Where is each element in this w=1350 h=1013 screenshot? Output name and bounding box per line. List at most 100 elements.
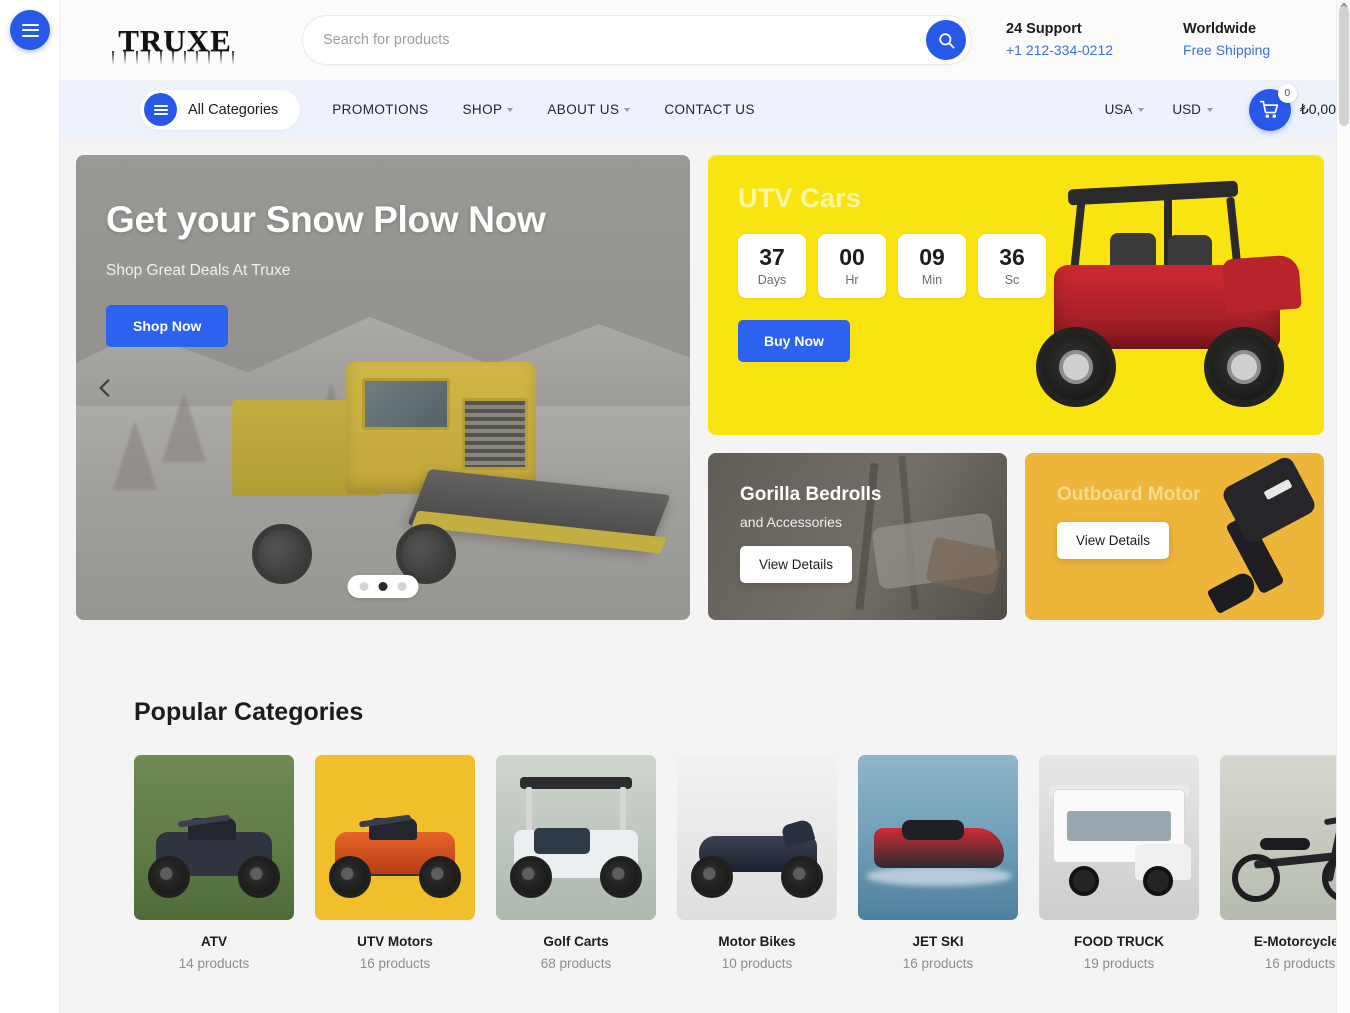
category-count-golf-carts: 68 products	[540, 956, 612, 971]
main-column: TRUXE 24 Support +1 212-334-0212 Worldwi…	[60, 0, 1350, 1013]
all-categories-label: All Categories	[188, 101, 279, 118]
all-categories-button[interactable]: All Categories	[140, 89, 301, 130]
category-thumb-food-truck	[1039, 755, 1199, 920]
category-thumb-golf-carts	[496, 755, 656, 920]
carousel-dots[interactable]	[347, 575, 419, 598]
category-count-jet-ski: 16 products	[902, 956, 974, 971]
category-item-golf-carts[interactable]: Golf Carts 68 products	[496, 755, 656, 971]
category-count-utv-motors: 16 products	[359, 956, 431, 971]
shipping-sub[interactable]: Free Shipping	[1183, 40, 1270, 60]
currency-selector[interactable]: USD	[1172, 102, 1213, 117]
promo-gorilla-content: Gorilla Bedrolls and Accessories View De…	[740, 484, 881, 583]
site-logo[interactable]: TRUXE	[100, 25, 250, 56]
nav-item-promotions[interactable]: PROMOTIONS	[332, 102, 428, 117]
category-name-motor-bikes: Motor Bikes	[718, 934, 796, 949]
nav-label-promotions: PROMOTIONS	[332, 102, 429, 117]
cart-total: ₺0,00	[1299, 101, 1336, 117]
left-rail	[0, 0, 60, 1013]
category-grid: ATV 14 products UTV Motors 16 products G…	[76, 755, 1350, 971]
support-block: 24 Support +1 212-334-0212	[1006, 19, 1113, 60]
nav-label-shop: SHOP	[462, 102, 503, 117]
utv-cars-banner[interactable]: UTV Cars 37 Days 00 Hr 09 Min 36 Sc Buy …	[708, 155, 1324, 435]
hamburger-icon	[21, 23, 39, 37]
category-thumb-utv-motors	[315, 755, 475, 920]
hero-subtitle: Shop Great Deals At Truxe	[106, 262, 291, 280]
carousel-dot-1[interactable]	[359, 582, 369, 591]
utv-buy-now-button[interactable]: Buy Now	[738, 320, 850, 362]
hero-shop-now-button[interactable]: Shop Now	[106, 305, 229, 348]
promo-gorilla-view-details-button[interactable]: View Details	[740, 546, 853, 583]
category-item-atv[interactable]: ATV 14 products	[134, 755, 294, 971]
rail-menu-button[interactable]	[10, 10, 50, 50]
hero-content: Get your Snow Plow Now Shop Great Deals …	[106, 199, 606, 348]
promo-card-outboard-motor[interactable]: Outboard Motor View Details	[1025, 453, 1324, 620]
category-item-utv-motors[interactable]: UTV Motors 16 products	[315, 755, 475, 971]
promo-card-gorilla-bedrolls[interactable]: Gorilla Bedrolls and Accessories View De…	[708, 453, 1007, 620]
category-item-food-truck[interactable]: FOOD TRUCK 19 products	[1039, 755, 1199, 971]
popular-categories-heading: Popular Categories	[134, 698, 364, 726]
nav-right: USA USD 0 ₺0,00	[1105, 83, 1336, 131]
category-name-golf-carts: Golf Carts	[543, 934, 609, 949]
countdown-minutes-label: Min	[921, 272, 943, 287]
utv-vehicle-image	[1018, 161, 1318, 433]
chevron-down-icon	[1206, 107, 1213, 112]
atv-image	[134, 755, 294, 920]
chevron-down-icon	[624, 107, 631, 112]
search-bar[interactable]	[302, 15, 972, 65]
support-title: 24 Support	[1006, 21, 1082, 38]
countdown-hours: 00 Hr	[818, 234, 886, 298]
carousel-dot-2[interactable]	[378, 582, 388, 591]
promo-outboard-view-details-button[interactable]: View Details	[1057, 522, 1170, 559]
carousel-dot-3[interactable]	[397, 582, 407, 591]
category-count-motor-bikes: 10 products	[721, 956, 793, 971]
cart-area[interactable]: 0 ₺0,00	[1248, 83, 1336, 131]
page-root: TRUXE 24 Support +1 212-334-0212 Worldwi…	[0, 0, 1350, 1013]
support-phone[interactable]: +1 212-334-0212	[1006, 40, 1113, 60]
category-name-utv-motors: UTV Motors	[357, 934, 433, 949]
category-item-motor-bikes[interactable]: Motor Bikes 10 products	[677, 755, 837, 971]
jet-ski-image	[858, 755, 1018, 920]
hero-area: Get your Snow Plow Now Shop Great Deals …	[60, 138, 1350, 620]
category-item-jet-ski[interactable]: JET SKI 16 products	[858, 755, 1018, 971]
header-info: 24 Support +1 212-334-0212 Worldwide Fre…	[1006, 19, 1270, 60]
nav-item-about-us[interactable]: ABOUT US	[547, 102, 631, 117]
scrollbar-thumb[interactable]	[1339, 6, 1349, 126]
e-motorcycle-image	[1220, 755, 1350, 920]
currency-value: USD	[1172, 102, 1201, 117]
category-item-e-motorcycles[interactable]: E-Motorcycles 16 products	[1220, 755, 1350, 971]
search-icon	[938, 32, 954, 48]
shipping-block: Worldwide Free Shipping	[1183, 19, 1270, 60]
nav-item-shop[interactable]: SHOP	[463, 102, 514, 117]
category-count-atv: 14 products	[178, 956, 250, 971]
countdown-days-value: 37	[759, 243, 785, 270]
popular-categories-section: Popular Categories ATV 14 products UTV M…	[60, 620, 1350, 971]
country-value: USA	[1104, 102, 1133, 117]
category-name-e-motorcycles: E-Motorcycles	[1253, 934, 1347, 949]
category-count-food-truck: 19 products	[1083, 956, 1155, 971]
motor-bike-image	[677, 755, 837, 920]
nav-label-contact-us: CONTACT US	[664, 102, 755, 117]
promo-column: UTV Cars 37 Days 00 Hr 09 Min 36 Sc Buy …	[708, 155, 1324, 620]
page-scrollbar[interactable]	[1336, 0, 1350, 1013]
cart-button[interactable]: 0	[1248, 83, 1297, 131]
promo-outboard-content: Outboard Motor View Details	[1057, 484, 1201, 559]
countdown-days-label: Days	[757, 272, 787, 287]
nav-links: PROMOTIONS SHOP ABOUT US CONTACT US	[332, 102, 755, 117]
countdown-minutes-value: 09	[919, 243, 945, 270]
cart-icon	[1260, 100, 1279, 118]
category-thumb-jet-ski	[858, 755, 1018, 920]
shipping-title: Worldwide	[1183, 21, 1257, 38]
promo-gorilla-subtitle: and Accessories	[740, 514, 842, 530]
category-name-atv: ATV	[201, 934, 227, 949]
chevron-down-icon	[507, 107, 514, 112]
nav-item-contact-us[interactable]: CONTACT US	[664, 102, 755, 117]
cart-count-badge: 0	[1277, 83, 1297, 103]
country-selector[interactable]: USA	[1105, 102, 1145, 117]
site-header: TRUXE 24 Support +1 212-334-0212 Worldwi…	[60, 0, 1350, 81]
carousel-prev-button[interactable]	[92, 375, 118, 401]
golf-cart-image	[496, 755, 656, 920]
search-input[interactable]	[323, 32, 926, 48]
search-button[interactable]	[926, 20, 966, 60]
hero-carousel[interactable]: Get your Snow Plow Now Shop Great Deals …	[76, 155, 690, 620]
nav-label-about-us: ABOUT US	[547, 102, 620, 117]
